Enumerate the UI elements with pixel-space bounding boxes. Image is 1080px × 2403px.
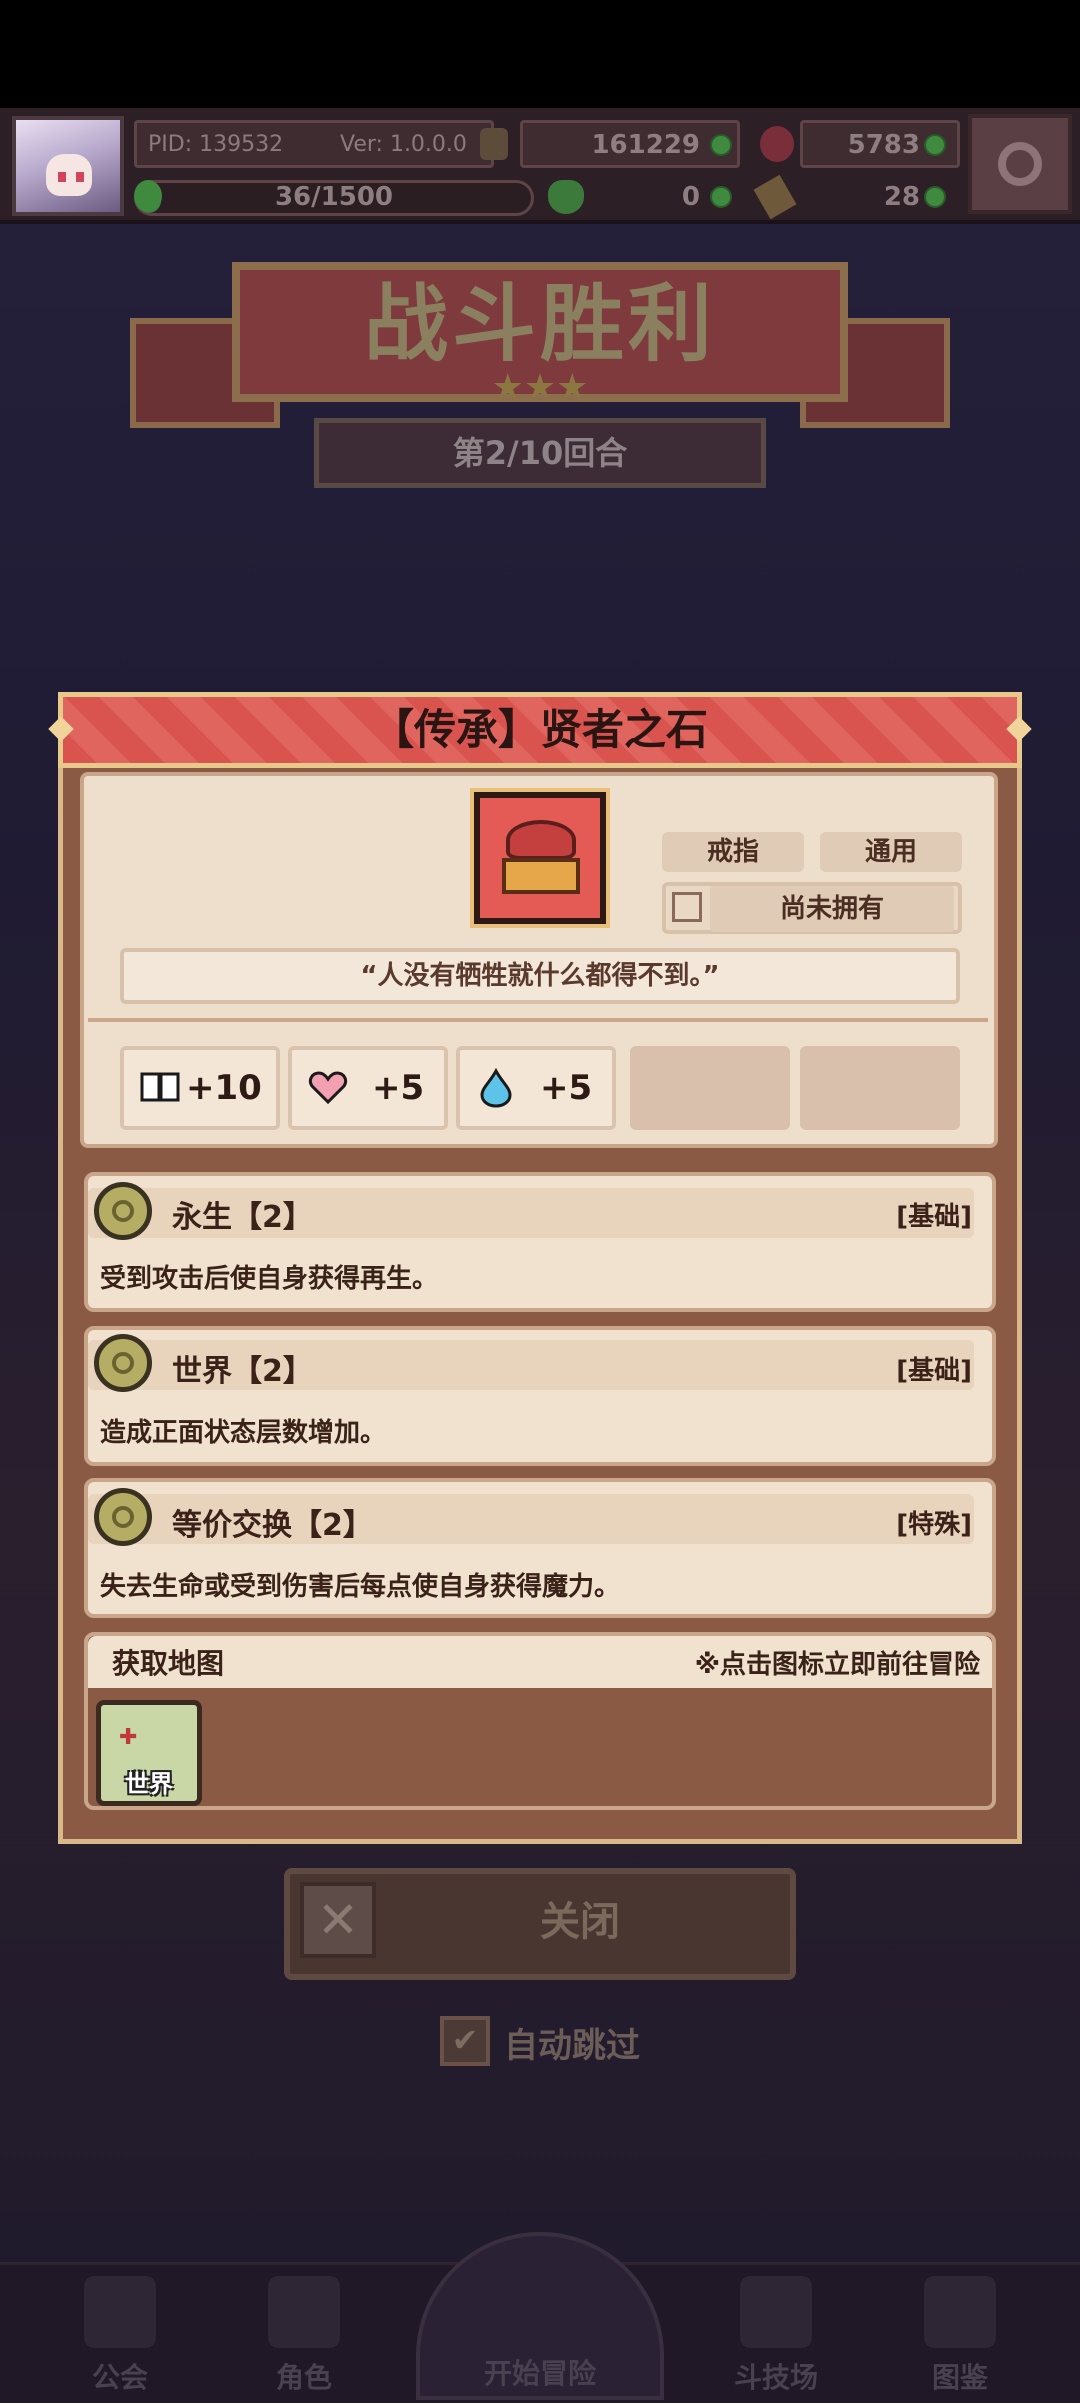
trait-desc: 失去生命或受到伤害后每点使自身获得魔力。 (100, 1572, 621, 1602)
trait-type: [基础] (896, 1202, 972, 1232)
pid-text: PID: 139532 (148, 132, 284, 157)
guild-icon (84, 2276, 156, 2348)
trait-name: 世界【2】 (172, 1354, 313, 1389)
stat-value-book: +10 (186, 1068, 262, 1108)
add-leaf-icon[interactable] (924, 186, 946, 208)
map-section-title: 获取地图 (112, 1647, 225, 1680)
leaf-value: 28 (883, 182, 920, 212)
nav-arena[interactable]: 斗技场 (688, 2270, 864, 2400)
item-type-tag: 戒指 (662, 832, 804, 872)
world-map-button[interactable]: ✚ 世界 (96, 1700, 202, 1806)
clover-icon (548, 180, 584, 214)
character-icon (268, 2276, 340, 2348)
stat-slot-empty (800, 1046, 960, 1130)
trait-exchange-icon (94, 1488, 152, 1546)
close-button-label: 关闭 (540, 1899, 620, 1945)
coin-icon (480, 128, 508, 160)
nav-guild-label: 公会 (91, 2361, 148, 2394)
stat-slot-book: +10 (120, 1046, 280, 1130)
nav-guild[interactable]: 公会 (32, 2270, 208, 2400)
dialog-title: 【传承】贤者之石 (371, 705, 708, 754)
philosopher-stone-icon (470, 788, 610, 928)
trait-desc: 受到攻击后使自身获得再生。 (100, 1264, 439, 1294)
stat-value-water: +5 (540, 1068, 593, 1108)
book-icon (140, 1072, 180, 1102)
round-indicator: 第2/10回合 (314, 418, 766, 488)
map-pin-icon: ✚ (119, 1725, 138, 1750)
panel-divider (88, 1018, 988, 1032)
version-text: Ver: 1.0.0.0 (340, 132, 467, 157)
gold-value: 161229 (591, 130, 700, 160)
ruby-value: 5783 (847, 130, 920, 160)
nav-start-adventure-label: 开始冒险 (483, 2357, 596, 2390)
trait-type: [特殊] (896, 1510, 972, 1540)
close-icon: ✕ (300, 1882, 376, 1958)
water-drop-icon (480, 1068, 512, 1108)
system-status-bar (0, 0, 1080, 108)
clover-value: 0 (681, 182, 700, 212)
player-avatar[interactable] (12, 116, 124, 216)
nav-arena-label: 斗技场 (733, 2361, 818, 2394)
add-gold-icon[interactable] (710, 134, 732, 156)
trait-immortal-icon (94, 1182, 152, 1240)
auto-skip-checkbox[interactable]: ✔ (440, 2016, 490, 2066)
gear-icon (998, 142, 1042, 186)
nav-codex[interactable]: 图鉴 (872, 2270, 1048, 2400)
nav-character-label: 角色 (275, 2361, 332, 2394)
ownership-status: 尚未拥有 (710, 886, 954, 932)
auto-skip-label: 自动跳过 (504, 2026, 640, 2066)
victory-stars: ★★★ (491, 367, 589, 408)
add-clover-icon[interactable] (710, 186, 732, 208)
crossed-swords-icon (740, 2276, 812, 2348)
add-ruby-icon[interactable] (924, 134, 946, 156)
nav-character[interactable]: 角色 (216, 2270, 392, 2400)
world-map-label: 世界 (125, 1770, 173, 1798)
trait-desc: 造成正面状态层数增加。 (100, 1418, 387, 1448)
stat-slot-empty (630, 1046, 790, 1130)
map-section-hint: ※点击图标立即前往冒险 (694, 1650, 980, 1680)
stat-slot-heart: +5 (288, 1046, 448, 1130)
inventory-icon (672, 892, 702, 922)
trait-name: 等价交换【2】 (172, 1508, 373, 1543)
heart-icon (308, 1071, 348, 1105)
ruby-icon (760, 126, 794, 162)
item-quote: “人没有牺牲就什么都得不到。” (120, 948, 960, 1004)
trait-name: 永生【2】 (172, 1200, 313, 1235)
item-class-tag: 通用 (820, 832, 962, 872)
trait-world-icon (94, 1334, 152, 1392)
trait-type: [基础] (896, 1356, 972, 1386)
stamina-text: 36/1500 (274, 182, 394, 212)
nav-codex-label: 图鉴 (931, 2361, 988, 2394)
stat-value-heart: +5 (372, 1068, 425, 1108)
stat-slot-water: +5 (456, 1046, 616, 1130)
settings-button[interactable] (968, 114, 1072, 214)
codex-icon (924, 2276, 996, 2348)
